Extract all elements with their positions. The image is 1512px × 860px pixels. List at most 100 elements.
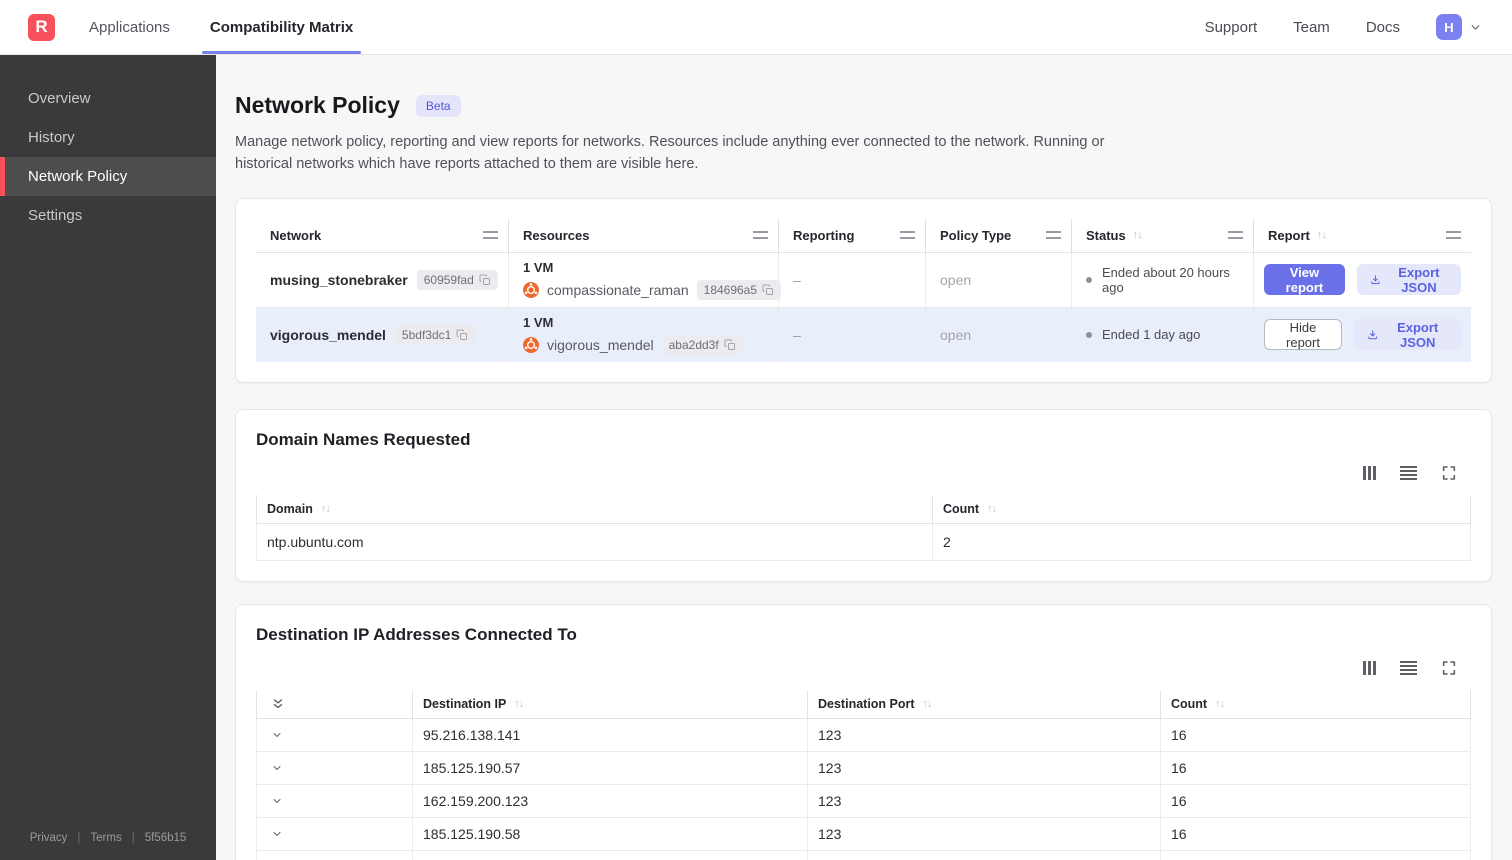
link-support[interactable]: Support	[1205, 19, 1258, 36]
chevron-down-icon	[273, 732, 281, 737]
avatar[interactable]: H	[1436, 14, 1462, 40]
ip-value: 185.125.190.57	[413, 751, 808, 784]
sort-icon[interactable]: ↑↓	[1133, 229, 1143, 241]
expand-row-button[interactable]	[256, 718, 413, 751]
copy-icon[interactable]	[724, 339, 736, 351]
policy-type-value: open	[925, 252, 1071, 307]
tab-compatibility-matrix[interactable]: Compatibility Matrix	[201, 0, 362, 54]
status-dot	[1086, 276, 1092, 283]
col-count: Count	[1171, 696, 1208, 711]
domain-names-card: Domain Names Requested Domain ↑↓ Count ↑↓ …	[235, 408, 1492, 582]
copy-icon[interactable]	[456, 329, 468, 341]
tab-applications[interactable]: Applications	[89, 0, 170, 54]
destination-table: Destination IP ↑↓ Destination Port ↑↓ Coun…	[256, 689, 1471, 860]
columns-icon[interactable]	[1363, 465, 1376, 480]
chevron-down-icon	[273, 765, 281, 770]
copy-icon[interactable]	[479, 274, 491, 286]
sort-icon[interactable]: ↑↓	[923, 698, 933, 710]
resource-id-badge[interactable]: 184696a5	[696, 279, 782, 300]
ubuntu-icon	[523, 281, 539, 298]
sidebar-item-overview[interactable]: Overview	[0, 79, 216, 118]
column-drag-handle[interactable]	[900, 231, 915, 239]
main-tabs: Applications Compatibility Matrix	[89, 0, 362, 54]
port-value: 123	[808, 850, 1161, 860]
sidebar-item-network-policy[interactable]: Network Policy	[0, 157, 216, 196]
network-name: musing_stonebraker	[270, 271, 408, 288]
resource-name: vigorous_mendel	[547, 336, 654, 353]
export-json-button[interactable]: Export JSON	[1354, 319, 1461, 350]
link-team[interactable]: Team	[1293, 19, 1330, 36]
user-menu[interactable]: H	[1436, 14, 1482, 40]
sidebar-footer: Privacy | Terms | 5f56b15	[29, 832, 187, 844]
sidebar-item-history[interactable]: History	[0, 118, 216, 157]
column-drag-handle[interactable]	[483, 231, 498, 239]
col-domain: Domain	[267, 501, 313, 516]
domain-table: Domain ↑↓ Count ↑↓ ntp.ubuntu.com 2	[256, 494, 1471, 561]
build-version: 5f56b15	[144, 832, 187, 844]
resource-id-badge[interactable]: aba2dd3f	[661, 334, 743, 355]
column-drag-handle[interactable]	[1046, 231, 1061, 239]
chevron-down-icon	[273, 831, 281, 836]
row-density-icon[interactable]	[1400, 465, 1417, 480]
count-value: 16	[1161, 718, 1471, 751]
view-report-button[interactable]: View report	[1264, 264, 1345, 295]
networks-table-header: Network Resources Reporting Policy Type …	[256, 218, 1471, 253]
sidebar-item-settings[interactable]: Settings	[0, 196, 216, 235]
expand-all-icon[interactable]	[271, 697, 285, 711]
sidebar: Overview History Network Policy Settings…	[0, 55, 216, 860]
sort-icon[interactable]: ↑↓	[987, 503, 997, 515]
row-density-icon[interactable]	[1400, 660, 1417, 675]
terms-link[interactable]: Terms	[90, 832, 121, 844]
count-value: 16	[1161, 784, 1471, 817]
sort-icon[interactable]: ↑↓	[321, 503, 331, 515]
destination-card-title: Destination IP Addresses Connected To	[256, 624, 577, 644]
column-drag-handle[interactable]	[1228, 231, 1243, 239]
domain-card-title: Domain Names Requested	[256, 429, 471, 449]
col-destination-port: Destination Port	[818, 696, 915, 711]
domain-value: ntp.ubuntu.com	[256, 523, 933, 560]
destination-row: 95.216.138.141 123 16	[256, 718, 1471, 752]
col-policy-type: Policy Type	[940, 227, 1012, 243]
link-docs[interactable]: Docs	[1366, 19, 1400, 36]
network-id-badge[interactable]: 60959fad	[416, 269, 498, 290]
destination-row: 185.125.190.57 123 16	[256, 751, 1471, 785]
count-value: 2	[933, 523, 1471, 560]
page-title: Network Policy	[235, 92, 400, 118]
column-drag-handle[interactable]	[1446, 231, 1461, 239]
main-content: Network Policy Beta Manage network polic…	[216, 55, 1512, 860]
network-row: musing_stonebraker 60959fad 1 VM compass…	[256, 252, 1471, 308]
expand-row-button[interactable]	[256, 751, 413, 784]
ubuntu-icon	[523, 336, 539, 353]
sort-icon[interactable]: ↑↓	[514, 698, 524, 710]
sort-icon[interactable]: ↑↓	[1317, 229, 1327, 241]
ip-value: 185.125.190.58	[413, 817, 808, 850]
columns-icon[interactable]	[1363, 660, 1376, 675]
expand-row-button[interactable]	[256, 850, 413, 860]
sort-icon[interactable]: ↑↓	[1215, 698, 1225, 710]
app-logo[interactable]: R	[28, 13, 55, 41]
networks-card: Network Resources Reporting Policy Type …	[235, 197, 1492, 383]
count-value: 16	[1161, 817, 1471, 850]
vm-count: 1 VM	[523, 259, 554, 275]
column-drag-handle[interactable]	[753, 231, 768, 239]
fullscreen-icon[interactable]	[1441, 465, 1457, 481]
col-network: Network	[270, 227, 322, 243]
privacy-link[interactable]: Privacy	[30, 832, 68, 844]
reporting-value: –	[778, 252, 925, 307]
download-icon	[1368, 330, 1377, 340]
reporting-value: –	[778, 307, 925, 362]
table-toolbar	[256, 659, 1471, 677]
port-value: 123	[808, 718, 1161, 751]
export-json-button[interactable]: Export JSON	[1356, 264, 1461, 295]
col-status: Status	[1086, 227, 1126, 243]
expand-row-button[interactable]	[256, 784, 413, 817]
policy-type-value: open	[925, 307, 1071, 362]
copy-icon[interactable]	[762, 284, 774, 296]
network-id-badge[interactable]: 5bdf3dc1	[394, 324, 476, 345]
expand-row-button[interactable]	[256, 817, 413, 850]
domain-row: ntp.ubuntu.com 2	[256, 523, 1471, 561]
hide-report-button[interactable]: Hide report	[1264, 319, 1342, 350]
top-navbar: R Applications Compatibility Matrix Supp…	[0, 0, 1512, 55]
fullscreen-icon[interactable]	[1441, 660, 1457, 676]
status-dot	[1086, 331, 1092, 338]
